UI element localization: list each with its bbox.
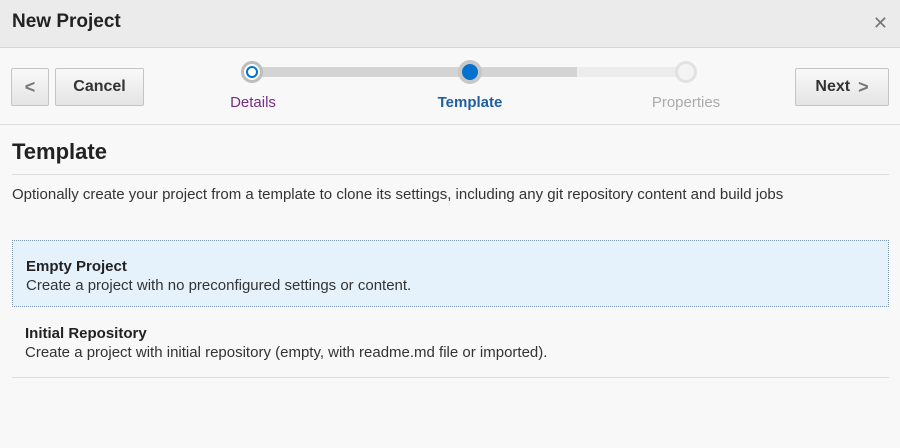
- train-track: [470, 67, 577, 77]
- stop-template-label[interactable]: Template: [400, 94, 540, 111]
- wizard-train: < Cancel Details Template Properties Nex…: [0, 49, 900, 125]
- train-track: [577, 67, 687, 77]
- next-label: Next: [815, 78, 851, 95]
- stop-details-label[interactable]: Details: [183, 94, 323, 111]
- previous-button[interactable]: <: [11, 68, 49, 106]
- section-description: Optionally create your project from a te…: [12, 186, 784, 203]
- stop-properties-icon: [675, 61, 697, 83]
- train-track: [252, 67, 470, 77]
- section-heading: Template: [12, 139, 107, 164]
- chevron-right-icon: >: [858, 76, 869, 97]
- close-icon[interactable]: ✕: [873, 13, 888, 33]
- dialog-title: New Project: [12, 11, 121, 32]
- divider: [12, 174, 889, 175]
- option-description: Create a project with initial repository…: [25, 344, 548, 361]
- template-option-initial-repository[interactable]: Initial Repository Create a project with…: [12, 308, 889, 378]
- option-title: Initial Repository: [25, 325, 147, 342]
- chevron-left-icon: <: [24, 76, 36, 97]
- option-title: Empty Project: [26, 258, 127, 275]
- template-option-empty-project[interactable]: Empty Project Create a project with no p…: [12, 240, 889, 307]
- cancel-button[interactable]: Cancel: [55, 68, 144, 106]
- dialog-header: New Project ✕: [0, 0, 900, 48]
- stop-details-icon[interactable]: [241, 61, 263, 83]
- stop-properties-label: Properties: [651, 94, 721, 111]
- stop-template-icon[interactable]: [458, 60, 482, 84]
- next-button[interactable]: Next >: [795, 68, 889, 106]
- option-description: Create a project with no preconfigured s…: [26, 277, 412, 294]
